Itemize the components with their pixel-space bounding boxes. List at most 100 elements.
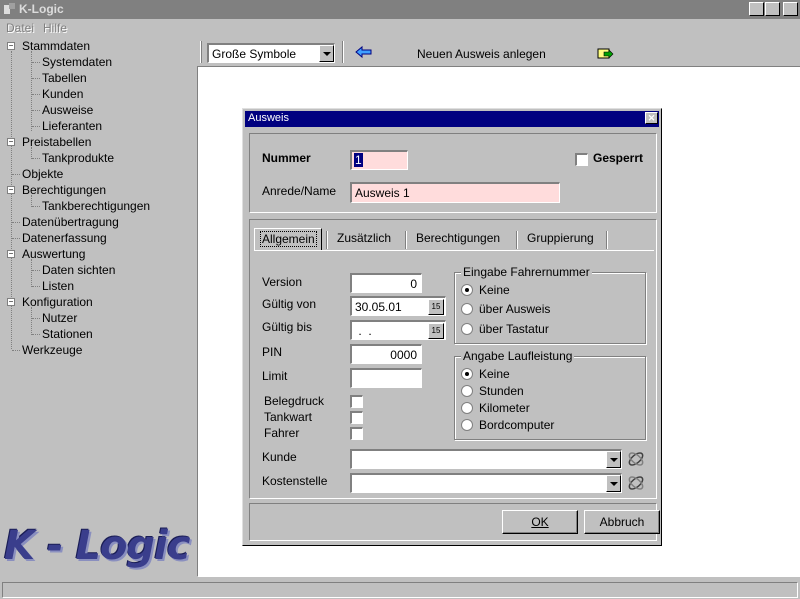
expand-preistabellen-icon[interactable]: − [7,138,15,146]
tree-item-auswertung[interactable]: Auswertung [22,247,85,261]
tree-item-lieferanten[interactable]: Lieferanten [42,119,102,133]
tab-allgemein[interactable]: Allgemein [254,228,322,250]
dialog-title-bar: Ausweis ✕ [245,111,659,127]
chevron-down-icon[interactable] [606,475,621,492]
header-panel: Nummer 1 Gesperrt Anrede/Name Ausweis 1 [249,133,657,213]
tree-item-tankberechtigungen[interactable]: Tankberechtigungen [42,199,150,213]
radio-fahrer-ausweis[interactable] [461,303,473,315]
tree-item-ausweise[interactable]: Ausweise [42,103,93,117]
window-title: K-Logic [19,2,64,16]
radio-fahrer-tastatur[interactable] [461,323,473,335]
tree-item-stammdaten[interactable]: Stammdaten [22,39,90,53]
gueltig-von-value: 30.05.01 [355,300,402,314]
app-icon [4,3,15,14]
tree-item-tabellen[interactable]: Tabellen [42,71,87,85]
expand-stammdaten-icon[interactable]: − [7,42,15,50]
ok-button[interactable]: OK [502,510,578,534]
tree-item-objekte[interactable]: Objekte [22,167,63,181]
radio-lauf-bordcomputer[interactable] [461,419,473,431]
new-card-icon[interactable] [596,44,614,61]
restore-button[interactable]: ❐ [765,2,780,16]
tree-item-stationen[interactable]: Stationen [42,327,93,341]
kunde-select[interactable] [350,449,622,469]
dialog-close-button[interactable]: ✕ [645,112,658,124]
pin-value: 0000 [390,348,417,362]
nummer-label: Nummer [262,151,311,165]
radio-fahrer-keine-label: Keine [479,283,510,297]
radio-lauf-stunden[interactable] [461,385,473,397]
abbruch-button[interactable]: Abbruch [584,510,660,534]
gueltig-bis-label: Gültig bis [262,320,313,334]
gueltig-von-label: Gültig von [262,297,317,311]
tab-gruppierung[interactable]: Gruppierung [521,228,600,250]
tree-connector [32,126,40,127]
tab-berechtigungen[interactable]: Berechtigungen [410,228,506,250]
version-field[interactable]: 0 [350,273,422,293]
calendar-icon[interactable]: 15 [428,323,444,339]
tab-separator [516,231,518,249]
lookup-icon[interactable] [626,473,646,493]
tree-connector [32,94,40,95]
k-logic-logo: K - Logic [4,523,190,569]
tree-item-nutzer[interactable]: Nutzer [42,311,77,325]
radio-fahrer-keine[interactable] [461,284,473,296]
chevron-down-icon[interactable] [319,45,334,62]
chevron-down-icon[interactable] [606,451,621,468]
anrede-name-field[interactable]: Ausweis 1 [350,182,560,203]
expand-konfiguration-icon[interactable]: − [7,298,15,306]
tree-item-werkzeuge[interactable]: Werkzeuge [22,343,82,357]
version-label: Version [262,275,303,289]
limit-field[interactable] [350,368,422,388]
tree-item-daten-sichten[interactable]: Daten sichten [42,263,115,277]
version-value: 0 [410,277,417,291]
tankwart-checkbox[interactable] [350,411,363,424]
new-id-card-label[interactable]: Neuen Ausweis anlegen [417,47,546,61]
menu-datei[interactable]: Datei [6,21,34,35]
menu-bar: Datei Hilfe [0,19,800,37]
view-mode-select[interactable]: Große Symbole [207,43,335,63]
radio-lauf-keine[interactable] [461,368,473,380]
fahrer-checkbox[interactable] [350,427,363,440]
tree-item-konfiguration[interactable]: Konfiguration [22,295,93,309]
fahrernummer-group-title: Eingabe Fahrernummer [461,265,592,279]
gesperrt-checkbox[interactable] [575,153,588,166]
tree-item-berechtigungen[interactable]: Berechtigungen [22,183,106,197]
kostenstelle-select[interactable] [350,473,622,493]
tree-item-tankprodukte[interactable]: Tankprodukte [42,151,114,165]
back-arrow-icon[interactable] [355,45,373,59]
radio-fahrer-ausweis-label: über Ausweis [479,302,551,316]
close-button[interactable]: ✕ [783,2,798,16]
radio-lauf-kilometer[interactable] [461,402,473,414]
toolbar: Große Symbole Neuen Ausweis anlegen [197,38,800,67]
window-title-bar: K-Logic _ ❐ ✕ [0,0,800,19]
gesperrt-label: Gesperrt [593,151,644,165]
fahrer-label: Fahrer [264,426,300,440]
tab-zusaetzlich[interactable]: Zusätzlich [331,228,397,250]
tree-connector [32,158,40,159]
radio-fahrer-tastatur-label: über Tastatur [479,322,549,336]
tree-item-kunden[interactable]: Kunden [42,87,83,101]
tree-item-datenerfassung[interactable]: Datenerfassung [22,231,107,245]
lookup-icon[interactable] [626,449,646,469]
belegdruck-checkbox[interactable] [350,395,363,408]
status-panel [2,582,798,598]
gueltig-bis-value: . . [355,324,372,338]
tree-item-datenuebertragung[interactable]: Datenübertragung [22,215,119,229]
menu-hilfe[interactable]: Hilfe [43,21,67,35]
minimize-button[interactable]: _ [749,2,764,16]
tab-strip: Allgemein Zusätzlich Berechtigungen Grup… [254,228,654,250]
tree-item-systemdaten[interactable]: Systemdaten [42,55,112,69]
tree-item-preistabellen[interactable]: Preistabellen [22,135,91,149]
expand-auswertung-icon[interactable]: − [7,250,15,258]
radio-lauf-stunden-label: Stunden [479,384,524,398]
expand-berechtigungen-icon[interactable]: − [7,186,15,194]
anrede-label: Anrede/Name [262,184,337,198]
gueltig-von-field[interactable]: 30.05.01 15 [350,296,446,316]
tankwart-label: Tankwart [264,410,313,424]
gueltig-bis-field[interactable]: . . 15 [350,320,446,340]
pin-field[interactable]: 0000 [350,344,422,364]
calendar-icon[interactable]: 15 [428,299,444,315]
tree-connector [32,78,40,79]
nummer-field[interactable]: 1 [350,150,408,170]
tree-item-listen[interactable]: Listen [42,279,74,293]
